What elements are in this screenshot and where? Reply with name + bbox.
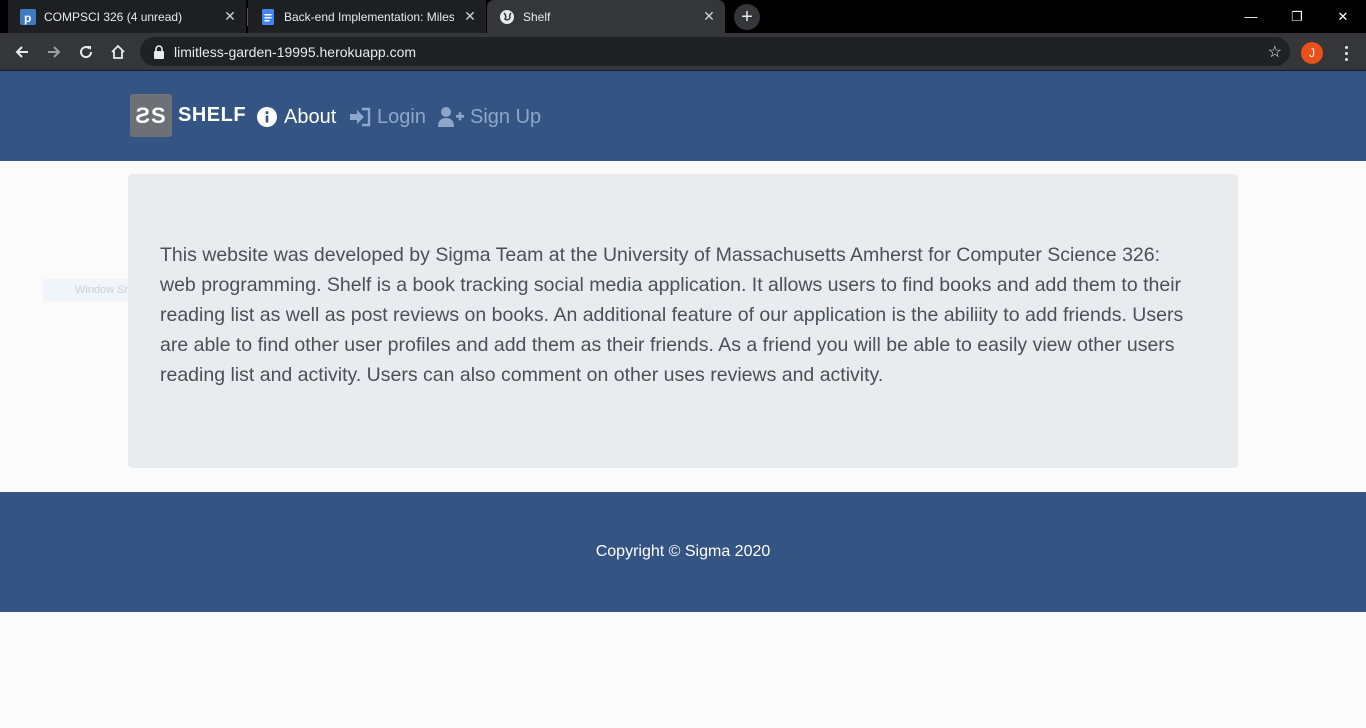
- about-description: This website was developed by Sigma Team…: [160, 244, 1184, 386]
- tab-title: Back-end Implementation: Milest: [284, 9, 454, 24]
- lock-icon: [152, 44, 166, 59]
- home-button[interactable]: [104, 38, 132, 66]
- brand-logo: ƧS: [130, 94, 172, 137]
- tab-compsci-326[interactable]: p COMPSCI 326 (4 unread) ✕: [8, 0, 246, 33]
- web-page: ƧS SHELF About Login Sign Up Window Snip…: [0, 71, 1366, 728]
- nav-about[interactable]: About: [256, 103, 336, 131]
- close-icon[interactable]: ✕: [462, 8, 478, 25]
- nav-sign-up[interactable]: Sign Up: [438, 103, 541, 131]
- window-close-button[interactable]: ✕: [1320, 0, 1366, 33]
- reload-icon: [80, 46, 93, 59]
- close-icon[interactable]: ✕: [701, 8, 717, 25]
- url-text: limitless-garden-19995.herokuapp.com: [174, 43, 417, 60]
- user-plus-icon: [438, 106, 464, 128]
- globe-icon: [499, 9, 515, 25]
- bookmark-star-icon[interactable]: ☆: [1268, 42, 1282, 62]
- site-navbar: ƧS SHELF About Login Sign Up: [0, 71, 1366, 161]
- browser-menu-icon[interactable]: [1336, 41, 1356, 65]
- piazza-icon: p: [20, 8, 36, 25]
- home-icon: [111, 44, 125, 59]
- address-bar[interactable]: limitless-garden-19995.herokuapp.com ☆: [140, 37, 1290, 66]
- info-icon: [256, 106, 278, 128]
- arrow-left-icon: [15, 46, 28, 58]
- brand-home-link[interactable]: ƧS SHELF: [130, 94, 246, 137]
- new-tab-button[interactable]: +: [734, 4, 760, 30]
- reload-button[interactable]: [72, 38, 100, 66]
- nav-sign-up-label: Sign Up: [470, 105, 542, 128]
- arrow-right-icon: [48, 46, 61, 58]
- nav-about-label: About: [284, 105, 337, 128]
- profile-avatar[interactable]: J: [1301, 42, 1323, 64]
- back-button[interactable]: [8, 38, 36, 66]
- site-footer: Copyright © Sigma 2020: [0, 492, 1366, 612]
- forward-button[interactable]: [40, 38, 68, 66]
- close-icon[interactable]: ✕: [222, 8, 238, 25]
- svg-text:p: p: [24, 11, 31, 25]
- restore-button[interactable]: ❐: [1274, 0, 1320, 33]
- browser-tab-strip: p COMPSCI 326 (4 unread) ✕ Back-end Impl…: [0, 0, 1366, 33]
- nav-login[interactable]: Login: [349, 103, 426, 131]
- tab-back-end-implementation[interactable]: Back-end Implementation: Milest ✕: [248, 0, 486, 33]
- about-panel: This website was developed by Sigma Team…: [128, 174, 1238, 468]
- tab-shelf[interactable]: Shelf ✕: [487, 0, 725, 33]
- brand-name: SHELF: [178, 104, 247, 126]
- browser-toolbar: limitless-garden-19995.herokuapp.com ☆ J: [0, 33, 1366, 71]
- tab-title: COMPSCI 326 (4 unread): [44, 9, 183, 24]
- sign-in-icon: [349, 106, 371, 128]
- nav-login-label: Login: [377, 105, 426, 128]
- minimize-button[interactable]: —: [1228, 0, 1274, 33]
- copyright-text: Copyright © Sigma 2020: [595, 543, 771, 560]
- tab-title: Shelf: [523, 9, 551, 24]
- docs-icon: [260, 8, 276, 25]
